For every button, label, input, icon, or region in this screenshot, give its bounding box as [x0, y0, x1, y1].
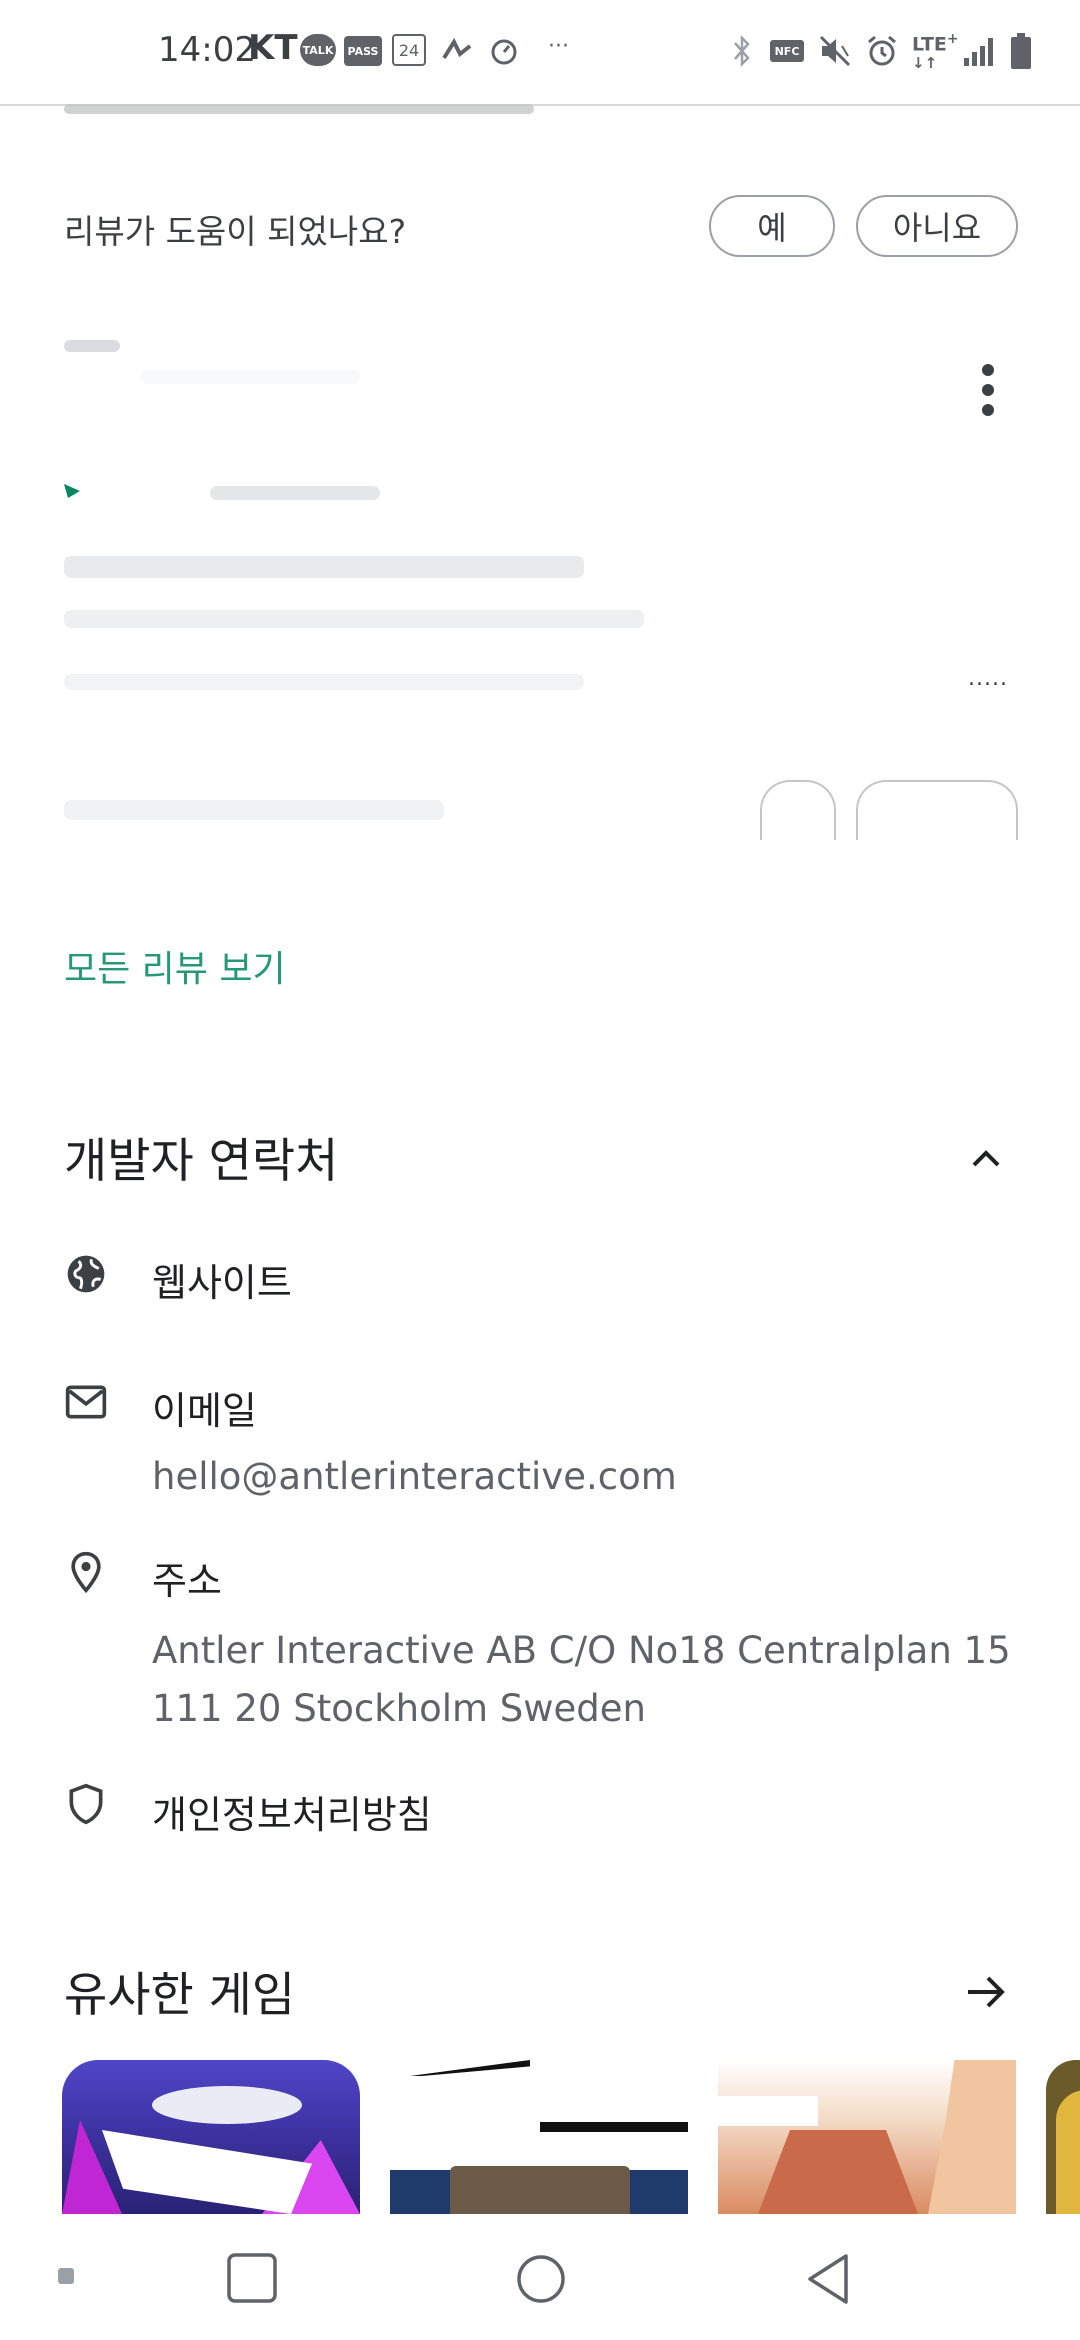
mail-icon	[65, 1385, 107, 1419]
review-body-line	[64, 556, 584, 578]
alarm-icon	[868, 35, 896, 66]
status-bar: 14:02 KT TALK PASS 24 ··· NFC LTE+ ↓↑	[0, 0, 1080, 106]
developer-contact-title: 개발자 연락처	[64, 1134, 339, 1189]
chevron-up-icon[interactable]	[966, 1138, 1006, 1178]
review-card: .....	[0, 310, 1080, 840]
similar-game-thumbnail[interactable]	[390, 2060, 688, 2214]
review-more-options-button[interactable]	[968, 358, 1008, 422]
mute-icon	[819, 35, 851, 67]
privacy-policy-row[interactable]: 개인정보처리방침	[0, 1770, 1080, 1860]
see-all-reviews-link[interactable]: 모든 리뷰 보기	[64, 940, 286, 992]
review-date	[210, 486, 380, 500]
lte-icon: LTE+ ↓↑	[912, 31, 959, 73]
signal-icon	[964, 38, 993, 66]
review-helpful-question: 리뷰가 도움이 되었나요?	[64, 212, 407, 251]
recent-apps-button[interactable]	[224, 2250, 282, 2308]
bluetooth-icon	[734, 34, 750, 68]
review-body-line	[64, 610, 644, 628]
email-label: 이메일	[152, 1389, 257, 1433]
email-value: hello@antlerinteractive.com	[152, 1455, 677, 1498]
rating-star-icon	[64, 484, 80, 498]
review2-yes-button[interactable]	[760, 780, 836, 840]
navigation-bar	[0, 2214, 1080, 2340]
address-line-2: 111 20 Stockholm Sweden	[152, 1687, 647, 1730]
similar-game-thumbnail[interactable]	[1046, 2060, 1080, 2214]
review-expand-ellipsis[interactable]: .....	[968, 666, 1008, 691]
similar-games-title: 유사한 게임	[64, 1968, 296, 2023]
address-label: 주소	[152, 1559, 222, 1603]
app-notification-icon	[442, 37, 472, 60]
website-row[interactable]: 웹사이트	[0, 1230, 1080, 1330]
similar-game-thumbnail[interactable]	[62, 2060, 360, 2214]
shield-icon	[69, 1783, 103, 1825]
reviewer-avatar	[64, 340, 120, 352]
truncated-review-text	[64, 104, 534, 114]
talk-badge-icon: TALK	[300, 34, 336, 66]
back-button[interactable]	[800, 2250, 858, 2308]
status-time: 14:02	[158, 30, 256, 70]
nfc-icon: NFC	[770, 40, 804, 62]
location-pin-icon	[71, 1551, 101, 1594]
status-carrier: KT	[248, 28, 298, 68]
speed-icon	[491, 39, 517, 65]
privacy-policy-label: 개인정보처리방침	[152, 1793, 432, 1837]
website-label: 웹사이트	[152, 1261, 292, 1305]
review-no-button[interactable]: 아니요	[856, 195, 1018, 257]
nav-indicator-icon	[58, 2268, 74, 2284]
review-body-line	[64, 674, 584, 690]
email-row[interactable]: 이메일 hello@antlerinteractive.com	[0, 1360, 1080, 1520]
review-yes-button[interactable]: 예	[709, 195, 835, 257]
pass-badge-text: PASS	[347, 44, 379, 58]
address-line-1: Antler Interactive AB C/O No18 Centralpl…	[152, 1629, 1011, 1672]
arrow-right-icon[interactable]	[962, 1968, 1010, 2016]
battery-icon	[1011, 33, 1031, 69]
review2-no-button[interactable]	[856, 780, 1018, 840]
similar-game-thumbnail[interactable]	[718, 2060, 1016, 2214]
more-notifications-icon: ···	[548, 34, 569, 59]
calendar-badge-icon: 24	[392, 34, 426, 66]
home-button[interactable]	[512, 2250, 570, 2308]
talk-badge-text: TALK	[302, 43, 334, 57]
calendar-badge-text: 24	[398, 40, 420, 60]
review-helpful-question-faded	[64, 800, 444, 820]
globe-icon	[67, 1255, 105, 1293]
pass-badge-icon: PASS	[344, 36, 382, 66]
reviewer-name	[140, 370, 360, 384]
address-row[interactable]: 주소 Antler Interactive AB C/O No18 Centra…	[0, 1530, 1080, 1750]
